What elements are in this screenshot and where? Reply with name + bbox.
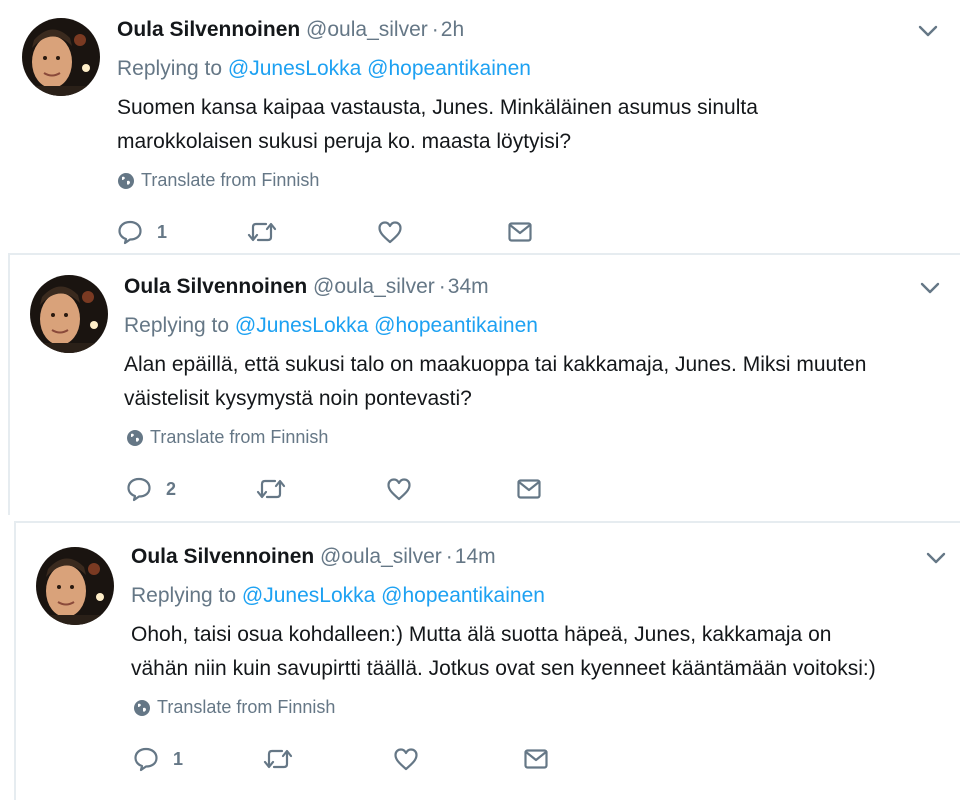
reply-button[interactable]: 1 bbox=[117, 217, 167, 247]
avatar[interactable] bbox=[30, 275, 108, 353]
retweet-button[interactable] bbox=[247, 217, 277, 247]
like-button[interactable] bbox=[386, 474, 412, 504]
direct-message-button[interactable] bbox=[516, 474, 542, 504]
like-button[interactable] bbox=[377, 217, 403, 247]
tweet-header: Oula Silvennoinen @oula_silver ·2h bbox=[117, 18, 464, 42]
mention-link[interactable]: @JunesLokka bbox=[235, 314, 368, 337]
tweet-header: Oula Silvennoinen @oula_silver ·14m bbox=[131, 545, 496, 569]
reply-count: 1 bbox=[173, 748, 184, 769]
timestamp[interactable]: 14m bbox=[455, 545, 496, 568]
tweet-text: Ohoh, taisi osua kohdalleen:) Mutta älä … bbox=[131, 623, 876, 680]
reply-button[interactable]: 1 bbox=[133, 744, 183, 774]
tweet-text: Alan epäillä, että sukusi talo on maakuo… bbox=[124, 353, 867, 410]
chevron-down-icon[interactable] bbox=[926, 551, 946, 565]
replying-to: Replying to @JunesLokka @hopeantikainen bbox=[124, 314, 538, 338]
envelope-icon bbox=[517, 479, 541, 499]
direct-message-button[interactable] bbox=[507, 217, 533, 247]
heart-icon bbox=[378, 221, 402, 244]
replying-prefix: Replying to bbox=[124, 314, 230, 337]
separator: · bbox=[431, 18, 439, 41]
mention-link[interactable]: @hopeantikainen bbox=[367, 57, 531, 80]
globe-icon bbox=[118, 172, 134, 189]
like-button[interactable] bbox=[393, 744, 419, 774]
direct-message-button[interactable] bbox=[523, 744, 549, 774]
replying-prefix: Replying to bbox=[131, 584, 237, 607]
tweet[interactable]: Oula Silvennoinen @oula_silver ·14m Reply… bbox=[14, 521, 960, 800]
envelope-icon bbox=[508, 222, 532, 242]
timestamp[interactable]: 34m bbox=[448, 275, 489, 298]
tweet[interactable]: Oula Silvennoinen @oula_silver ·2h Replyi… bbox=[0, 0, 960, 250]
reply-count: 1 bbox=[157, 221, 168, 242]
author-handle[interactable]: @oula_silver bbox=[313, 275, 435, 298]
retweet-icon bbox=[247, 222, 277, 242]
author-handle[interactable]: @oula_silver bbox=[320, 545, 442, 568]
author-handle[interactable]: @oula_silver bbox=[306, 18, 428, 41]
globe-icon bbox=[127, 429, 143, 446]
heart-icon bbox=[394, 748, 418, 771]
reply-count: 2 bbox=[166, 478, 177, 499]
separator: · bbox=[438, 275, 446, 298]
timestamp[interactable]: 2h bbox=[441, 18, 464, 41]
author-name[interactable]: Oula Silvennoinen bbox=[131, 545, 314, 568]
translate-label[interactable]: Translate from Finnish bbox=[141, 170, 319, 191]
avatar[interactable] bbox=[22, 18, 100, 96]
retweet-icon bbox=[263, 749, 293, 769]
mention-link[interactable]: @JunesLokka bbox=[242, 584, 375, 607]
tweet-header: Oula Silvennoinen @oula_silver ·34m bbox=[124, 275, 489, 299]
replying-to: Replying to @JunesLokka @hopeantikainen bbox=[117, 57, 531, 81]
retweet-button[interactable] bbox=[263, 744, 293, 774]
author-name[interactable]: Oula Silvennoinen bbox=[124, 275, 307, 298]
reply-icon bbox=[127, 477, 151, 502]
tweet[interactable]: Oula Silvennoinen @oula_silver ·34m Reply… bbox=[8, 253, 960, 515]
avatar[interactable] bbox=[36, 547, 114, 625]
replying-to: Replying to @JunesLokka @hopeantikainen bbox=[131, 584, 545, 608]
mention-link[interactable]: @JunesLokka bbox=[228, 57, 361, 80]
retweet-button[interactable] bbox=[256, 474, 286, 504]
reply-button[interactable]: 2 bbox=[126, 474, 176, 504]
mention-link[interactable]: @hopeantikainen bbox=[374, 314, 538, 337]
reply-icon bbox=[134, 747, 158, 772]
translate-label[interactable]: Translate from Finnish bbox=[157, 697, 335, 718]
chevron-down-icon[interactable] bbox=[918, 24, 938, 38]
envelope-icon bbox=[524, 749, 548, 769]
author-name[interactable]: Oula Silvennoinen bbox=[117, 18, 300, 41]
translate-label[interactable]: Translate from Finnish bbox=[150, 427, 328, 448]
translate-link[interactable]: Translate from Finnish bbox=[133, 697, 335, 718]
chevron-down-icon[interactable] bbox=[920, 281, 940, 295]
replying-prefix: Replying to bbox=[117, 57, 223, 80]
tweet-text: Suomen kansa kaipaa vastausta, Junes. Mi… bbox=[117, 96, 758, 153]
heart-icon bbox=[387, 478, 411, 501]
translate-link[interactable]: Translate from Finnish bbox=[126, 427, 328, 448]
globe-icon bbox=[134, 699, 150, 716]
translate-link[interactable]: Translate from Finnish bbox=[117, 170, 319, 191]
reply-icon bbox=[118, 220, 142, 245]
separator: · bbox=[445, 545, 453, 568]
retweet-icon bbox=[256, 479, 286, 499]
mention-link[interactable]: @hopeantikainen bbox=[381, 584, 545, 607]
